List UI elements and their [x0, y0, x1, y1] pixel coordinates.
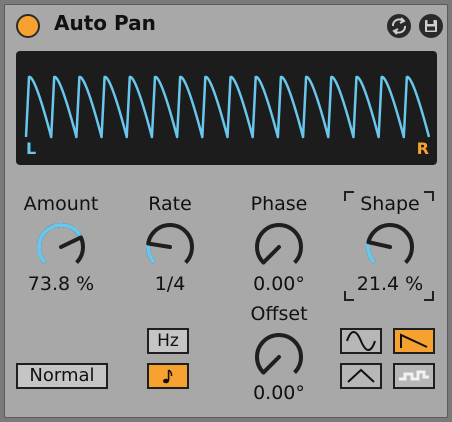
- shape-knob[interactable]: [359, 218, 421, 272]
- rate-label: Rate: [148, 193, 192, 215]
- hot-swap-icon[interactable]: [387, 14, 411, 38]
- power-icon[interactable]: [16, 14, 40, 38]
- device-title-bar: Auto Pan: [5, 5, 447, 43]
- rate-knob-needle: [146, 241, 172, 249]
- amount-knob[interactable]: [30, 218, 92, 272]
- mode-button[interactable]: Normal: [16, 363, 108, 389]
- random-wave-button[interactable]: [393, 363, 435, 389]
- save-icon[interactable]: [419, 14, 443, 38]
- rate-knob-fill: [146, 243, 156, 264]
- random-wave-icon: [399, 370, 429, 381]
- auto-pan-device: Auto Pan L R Amount 73.8 % Rate 1/4 Phas…: [4, 4, 448, 418]
- shape-knob-needle: [366, 240, 392, 249]
- sync-button[interactable]: [147, 363, 189, 389]
- shape-label: Shape: [360, 193, 420, 215]
- lfo-wave-path: [24, 75, 431, 139]
- amount-label: Amount: [23, 193, 99, 215]
- triangle-wave-icon: [347, 368, 375, 383]
- offset-knob-track: [255, 333, 303, 374]
- lfo-waveform: [24, 75, 431, 139]
- waveform-display: L R: [16, 51, 437, 165]
- right-channel-label: R: [416, 139, 429, 158]
- sawtooth-down-icon: [400, 333, 428, 348]
- amount-knob-fill: [37, 223, 83, 264]
- phase-label: Phase: [250, 193, 308, 215]
- offset-knob-needle: [261, 355, 281, 375]
- sawtooth-wave-button[interactable]: [393, 328, 435, 354]
- amount-value[interactable]: 73.8 %: [6, 273, 116, 295]
- note-icon: [163, 369, 173, 384]
- rate-knob[interactable]: [139, 218, 201, 272]
- sine-wave-button[interactable]: [340, 328, 382, 354]
- phase-knob-track: [255, 223, 303, 264]
- shape-value[interactable]: 21.4 %: [335, 273, 445, 295]
- left-channel-label: L: [26, 139, 37, 158]
- rate-value[interactable]: 1/4: [115, 273, 225, 295]
- offset-knob[interactable]: [248, 328, 310, 382]
- device-title: Auto Pan: [54, 11, 156, 35]
- offset-value[interactable]: 0.00°: [224, 382, 334, 404]
- amount-knob-needle: [59, 235, 83, 249]
- hz-button[interactable]: Hz: [147, 328, 189, 354]
- phase-knob-needle: [261, 245, 281, 265]
- triangle-wave-button[interactable]: [340, 363, 382, 389]
- offset-label: Offset: [250, 303, 308, 325]
- sine-wave-icon: [346, 331, 376, 351]
- phase-value[interactable]: 0.00°: [224, 273, 334, 295]
- phase-knob[interactable]: [248, 218, 310, 272]
